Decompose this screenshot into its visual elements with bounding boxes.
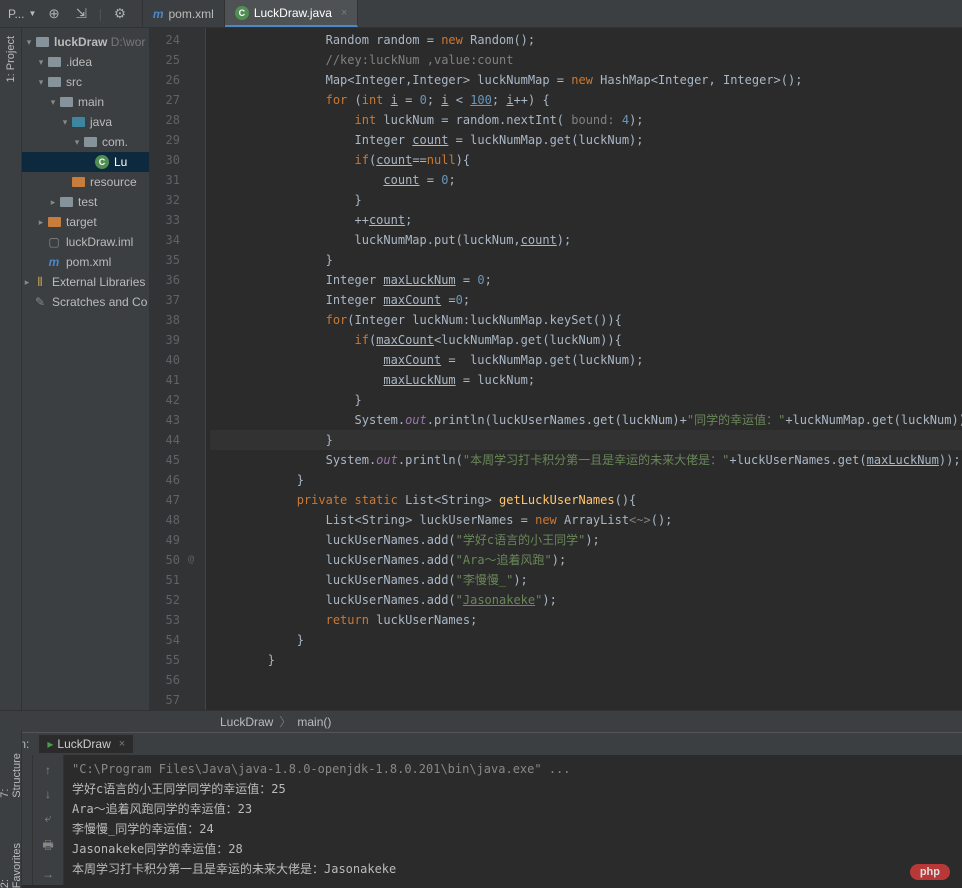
tree-arrow-icon[interactable]: ▾ bbox=[48, 97, 58, 108]
m-icon: m bbox=[46, 255, 62, 269]
code-editor[interactable]: 2425262728293031323334353637383940414243… bbox=[150, 28, 962, 710]
tree-row[interactable]: ▾ main bbox=[22, 92, 149, 112]
tree-row[interactable]: ▢ luckDraw.iml bbox=[22, 232, 149, 252]
tab-luckdraw[interactable]: C LuckDraw.java × bbox=[225, 0, 358, 27]
favorites-tool-button[interactable]: 2: Favorites bbox=[0, 832, 23, 888]
tree-arrow-icon[interactable]: ▾ bbox=[36, 77, 46, 88]
gutter-icons: @ bbox=[188, 28, 206, 710]
tab-label: LuckDraw.java bbox=[254, 6, 332, 20]
tree-label: luckDraw bbox=[54, 35, 107, 49]
tree-row[interactable]: ▾ src bbox=[22, 72, 149, 92]
run-header: Run: ▸ LuckDraw × bbox=[0, 733, 962, 755]
tree-row[interactable]: ▾ .idea bbox=[22, 52, 149, 72]
down-icon[interactable]: ↓ bbox=[45, 787, 51, 801]
tree-label: luckDraw.iml bbox=[66, 235, 133, 249]
target-icon[interactable]: ⊕ bbox=[44, 4, 63, 24]
scratch-icon: ✎ bbox=[32, 295, 48, 309]
project-dropdown[interactable]: P... ▼ bbox=[4, 7, 36, 21]
gear-icon[interactable]: ⚙ bbox=[110, 4, 130, 24]
close-icon[interactable]: × bbox=[341, 7, 347, 19]
up-icon[interactable]: ↑ bbox=[45, 763, 51, 777]
run-body: ▶ ■ ≡ ⎘ ↑ ↓ ⤶ 🖶 → "C:\Program Files\Java… bbox=[0, 755, 962, 885]
breadcrumb-item[interactable]: main() bbox=[297, 715, 331, 729]
folder-blue-icon bbox=[70, 117, 86, 127]
folder-icon bbox=[58, 97, 74, 107]
tree-label: com. bbox=[102, 135, 128, 149]
tree-label: test bbox=[78, 195, 97, 209]
main-toolbar: P... ▼ ⊕ ⇲ | ⚙ m pom.xml C LuckDraw.java… bbox=[0, 0, 962, 28]
tree-path: D:\wor bbox=[111, 35, 146, 49]
left-toolwindow-bar: 1: Project bbox=[0, 28, 22, 710]
watermark: php bbox=[910, 864, 950, 880]
folder-icon bbox=[46, 57, 62, 67]
editor-tabs: m pom.xml C LuckDraw.java × bbox=[142, 0, 359, 27]
structure-tool-button[interactable]: 7: Structure bbox=[0, 742, 23, 798]
tab-pom[interactable]: m pom.xml bbox=[143, 0, 225, 27]
collapse-icon[interactable]: ⇲ bbox=[72, 4, 91, 24]
run-panel: Run: ▸ LuckDraw × ▶ ■ ≡ ⎘ ↑ ↓ ⤶ 🖶 → "C:\… bbox=[0, 732, 962, 885]
tree-label: java bbox=[90, 115, 112, 129]
file-icon: ▢ bbox=[46, 235, 62, 249]
line-numbers: 2425262728293031323334353637383940414243… bbox=[150, 28, 188, 710]
run-tab[interactable]: ▸ LuckDraw × bbox=[39, 735, 133, 753]
tree-arrow-icon[interactable]: ▾ bbox=[72, 137, 82, 148]
tree-row[interactable]: ▸ test bbox=[22, 192, 149, 212]
tree-label: resource bbox=[90, 175, 137, 189]
folder-icon bbox=[82, 137, 98, 147]
tree-row[interactable]: resource bbox=[22, 172, 149, 192]
scratches[interactable]: ✎ Scratches and Co bbox=[22, 292, 149, 312]
tree-root[interactable]: ▾ luckDraw D:\wor bbox=[22, 32, 149, 52]
project-label: P... bbox=[8, 7, 24, 21]
run-tab-label: LuckDraw bbox=[57, 737, 110, 751]
tree-label: main bbox=[78, 95, 104, 109]
tree-label: Scratches and Co bbox=[52, 295, 147, 309]
tree-row[interactable]: ▾ java bbox=[22, 112, 149, 132]
tree-label: pom.xml bbox=[66, 255, 111, 269]
chevron-right-icon: 〉 bbox=[279, 713, 291, 730]
chevron-down-icon[interactable]: ▾ bbox=[24, 37, 34, 48]
tree-arrow-icon[interactable]: ▾ bbox=[36, 57, 46, 68]
tree-arrow-icon[interactable]: ▸ bbox=[36, 217, 46, 228]
folder-icon bbox=[58, 197, 74, 207]
breadcrumb-item[interactable]: LuckDraw bbox=[220, 715, 273, 729]
folder-icon bbox=[34, 37, 50, 47]
project-tree[interactable]: ▾ luckDraw D:\wor ▾ .idea ▾ src ▾ main ▾ java ▾ c… bbox=[22, 28, 150, 710]
code-body[interactable]: Random random = new Random(); //key:luck… bbox=[206, 28, 962, 710]
run-toolbar-2: ↑ ↓ ⤶ 🖶 → bbox=[32, 755, 64, 885]
maven-icon: m bbox=[153, 7, 164, 21]
tab-label: pom.xml bbox=[168, 7, 213, 21]
wrap-icon[interactable]: ⤶ bbox=[45, 811, 52, 826]
folder-orange-icon bbox=[46, 217, 62, 227]
tree-row[interactable]: m pom.xml bbox=[22, 252, 149, 272]
run-icon: ▸ bbox=[47, 737, 53, 751]
print-icon[interactable]: 🖶 bbox=[42, 836, 53, 857]
tree-label: External Libraries bbox=[52, 275, 145, 289]
class-icon: C bbox=[235, 6, 249, 20]
folder-icon bbox=[46, 77, 62, 87]
project-tool-button[interactable]: 1: Project bbox=[5, 36, 17, 82]
tree-arrow-icon[interactable]: ▾ bbox=[60, 117, 70, 128]
export-icon[interactable]: → bbox=[42, 867, 54, 881]
tree-row[interactable]: ▾ com. bbox=[22, 132, 149, 152]
console-output[interactable]: "C:\Program Files\Java\java-1.8.0-openjd… bbox=[64, 755, 962, 885]
tree-label: Lu bbox=[114, 155, 127, 169]
c-icon: C bbox=[94, 155, 110, 169]
main-area: 1: Project ▾ luckDraw D:\wor ▾.idea▾src▾… bbox=[0, 28, 962, 710]
library-icon: ⫴ bbox=[32, 275, 48, 290]
tree-label: src bbox=[66, 75, 82, 89]
tree-arrow-icon[interactable]: ▸ bbox=[48, 197, 58, 208]
tree-label: target bbox=[66, 215, 97, 229]
tree-row[interactable]: ▸ target bbox=[22, 212, 149, 232]
breadcrumb: LuckDraw 〉 main() bbox=[0, 710, 962, 732]
chevron-right-icon[interactable]: ▸ bbox=[22, 277, 32, 288]
external-libraries[interactable]: ▸ ⫴ External Libraries bbox=[22, 272, 149, 292]
left-toolwindow-bar-bottom: 7: Structure 2: Favorites bbox=[0, 730, 22, 888]
tree-row[interactable]: C Lu bbox=[22, 152, 149, 172]
folder-orange-icon bbox=[70, 177, 86, 187]
chevron-down-icon: ▼ bbox=[28, 9, 36, 18]
close-icon[interactable]: × bbox=[119, 738, 125, 750]
tree-label: .idea bbox=[66, 55, 92, 69]
